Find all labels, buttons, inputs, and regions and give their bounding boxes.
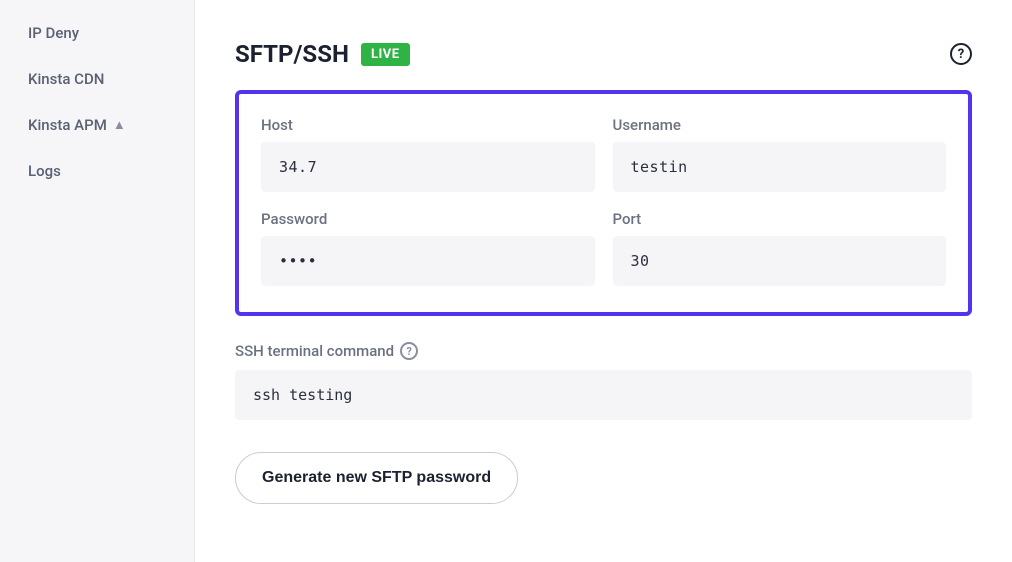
sidebar-item-logs[interactable]: Logs — [0, 148, 194, 194]
sidebar-item-label: Kinsta APM — [28, 116, 107, 134]
generate-password-button[interactable]: Generate new SFTP password — [235, 452, 518, 504]
password-label: Password — [261, 210, 595, 228]
host-value[interactable]: 34.7 — [261, 142, 595, 192]
ssh-help-icon[interactable]: ? — [400, 342, 418, 360]
beta-indicator-icon: ▲ — [113, 117, 126, 133]
username-value[interactable]: testin — [613, 142, 947, 192]
sidebar-item-ip-deny[interactable]: IP Deny — [0, 10, 194, 56]
ssh-label-row: SSH terminal command ? — [235, 342, 972, 360]
environment-badge: LIVE — [361, 43, 410, 66]
port-value[interactable]: 30 — [613, 236, 947, 286]
sidebar-item-kinsta-apm[interactable]: Kinsta APM ▲ — [0, 102, 194, 148]
sidebar-item-label: Logs — [28, 162, 61, 180]
sidebar-item-label: Kinsta CDN — [28, 70, 104, 88]
ssh-command-value[interactable]: ssh testing — [235, 370, 972, 420]
main-content: SFTP/SSH LIVE ? Host 34.7 Username testi… — [195, 0, 1012, 562]
username-label: Username — [613, 116, 947, 134]
port-field: Port 30 — [613, 210, 947, 286]
ssh-section: SSH terminal command ? ssh testing — [235, 342, 972, 420]
sidebar-item-kinsta-cdn[interactable]: Kinsta CDN — [0, 56, 194, 102]
page-title: SFTP/SSH — [235, 40, 349, 68]
help-icon[interactable]: ? — [950, 43, 972, 65]
sidebar-item-label: IP Deny — [28, 24, 79, 42]
sidebar: IP Deny Kinsta CDN Kinsta APM ▲ Logs — [0, 0, 195, 562]
port-label: Port — [613, 210, 947, 228]
ssh-label: SSH terminal command — [235, 342, 394, 360]
credentials-box: Host 34.7 Username testin Password •••• … — [235, 90, 972, 316]
password-field: Password •••• — [261, 210, 595, 286]
page-header: SFTP/SSH LIVE ? — [235, 40, 972, 68]
password-value[interactable]: •••• — [261, 236, 595, 286]
host-field: Host 34.7 — [261, 116, 595, 192]
header-left: SFTP/SSH LIVE — [235, 40, 410, 68]
host-label: Host — [261, 116, 595, 134]
username-field: Username testin — [613, 116, 947, 192]
